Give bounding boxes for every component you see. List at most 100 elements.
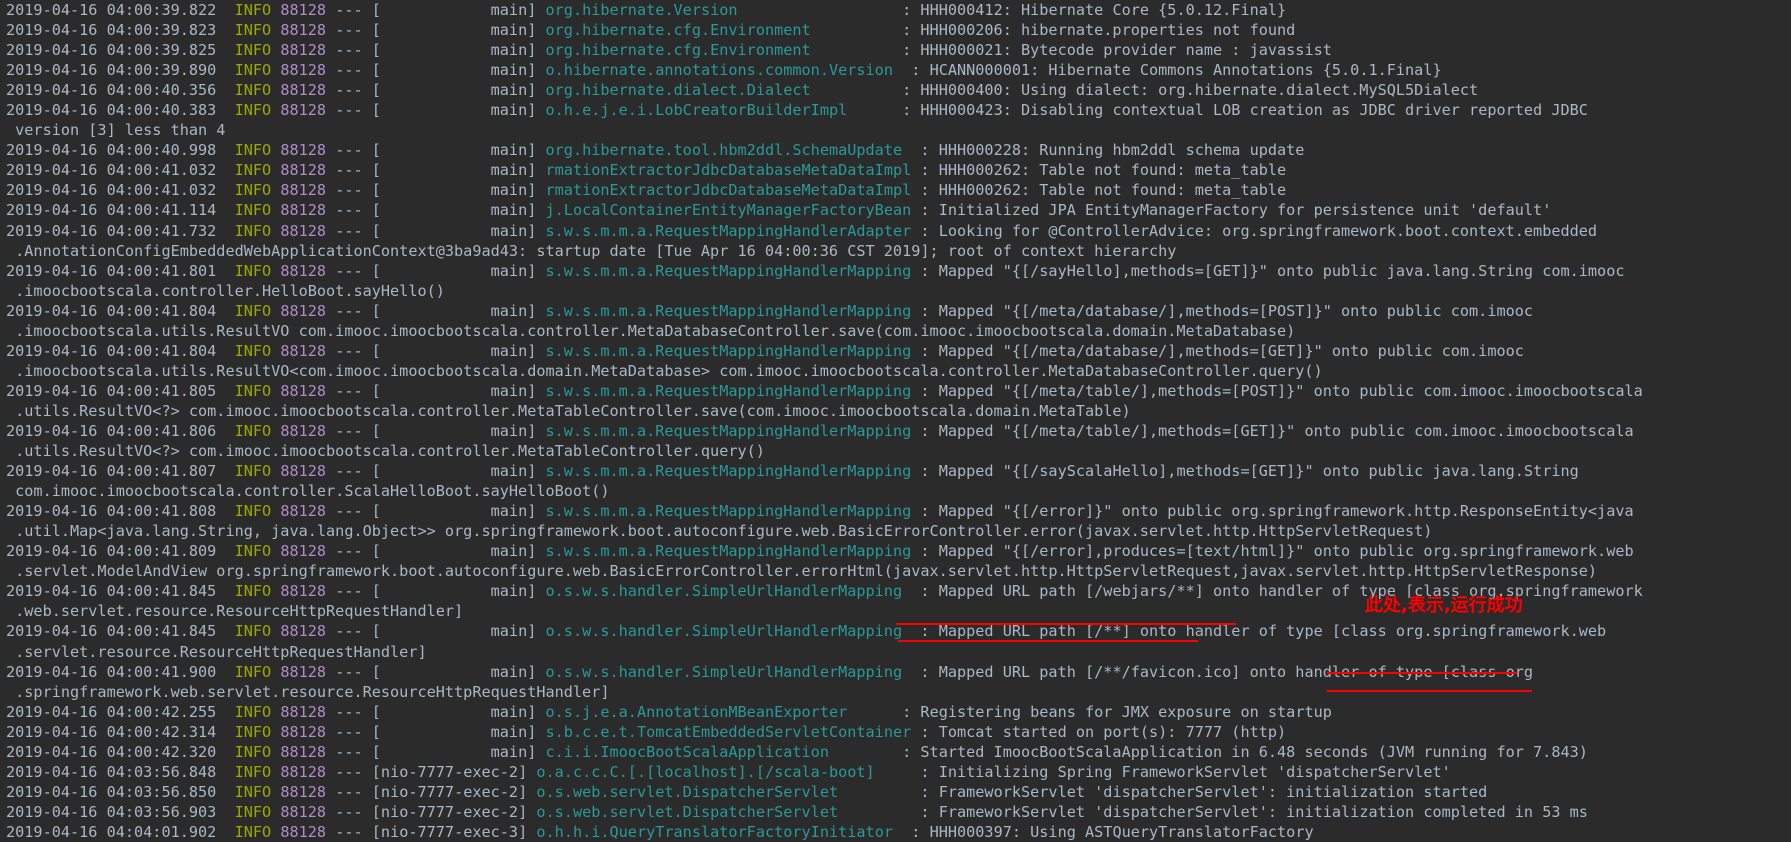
log-continuation-text: com.imooc.imoocbootscala.controller.Scal…	[6, 482, 610, 501]
log-separator: --- [	[326, 822, 381, 841]
log-thread: main]	[380, 201, 546, 220]
log-thread: main]	[380, 141, 546, 160]
log-space	[271, 462, 280, 480]
log-line: 2019-04-16 04:00:41.804 INFO 88128 --- […	[0, 301, 1791, 321]
log-line: 2019-04-16 04:00:40.356 INFO 88128 --- […	[0, 80, 1791, 100]
log-message: : Mapped "{[/sayScalaHello],methods=[GET…	[920, 462, 1579, 481]
log-line-continuation: .AnnotationConfigEmbeddedWebApplicationC…	[0, 241, 1791, 261]
log-level: INFO	[234, 301, 272, 320]
log-logger: s.w.s.m.m.a.RequestMappingHandlerMapping	[545, 542, 912, 561]
log-space	[271, 181, 280, 199]
log-message: : Mapped "{[/meta/table/],methods=[POST]…	[920, 381, 1643, 400]
log-pid: 88128	[280, 622, 327, 641]
log-pid: 88128	[280, 141, 327, 160]
log-thread: main]	[380, 341, 546, 360]
log-line: 2019-04-16 04:00:41.806 INFO 88128 --- […	[0, 421, 1791, 441]
log-logger: org.hibernate.cfg.Environment	[545, 41, 811, 60]
log-continuation-text: .AnnotationConfigEmbeddedWebApplicationC…	[6, 241, 1177, 260]
log-timestamp: 2019-04-16 04:00:41.801	[6, 261, 235, 280]
log-thread: main]	[380, 702, 546, 721]
log-thread: nio-7777-exec-2]	[380, 802, 537, 821]
log-level: INFO	[234, 742, 272, 761]
log-level: INFO	[234, 81, 272, 100]
log-line: 2019-04-16 04:03:56.850 INFO 88128 --- […	[0, 782, 1791, 802]
log-timestamp: 2019-04-16 04:00:39.825	[6, 41, 235, 60]
log-line: 2019-04-16 04:00:39.823 INFO 88128 --- […	[0, 20, 1791, 40]
log-level: INFO	[234, 341, 272, 360]
log-pid: 88128	[280, 702, 327, 721]
log-line-continuation: .servlet.resource.ResourceHttpRequestHan…	[0, 642, 1791, 662]
log-thread: main]	[380, 261, 546, 280]
log-logger: o.s.web.servlet.DispatcherServlet	[536, 802, 839, 821]
log-thread: main]	[380, 101, 546, 120]
log-message: : Mapped "{[/sayHello],methods=[GET]}" o…	[920, 261, 1625, 280]
log-message: : HHH000400: Using dialect: org.hibernat…	[902, 81, 1479, 100]
log-logger-pad	[838, 783, 920, 801]
log-pid: 88128	[280, 1, 327, 19]
log-pid: 88128	[280, 462, 327, 481]
log-space	[271, 302, 280, 320]
log-space	[271, 101, 280, 119]
log-level: INFO	[234, 381, 272, 400]
log-separator: --- [	[326, 261, 381, 280]
log-continuation-text: .servlet.resource.ResourceHttpRequestHan…	[6, 642, 427, 661]
log-thread: main]	[380, 381, 546, 400]
log-pid: 88128	[280, 582, 327, 601]
log-timestamp: 2019-04-16 04:00:39.822	[6, 1, 235, 19]
log-line: 2019-04-16 04:00:40.998 INFO 88128 --- […	[0, 140, 1791, 160]
log-thread: main]	[380, 81, 546, 100]
log-space	[271, 201, 280, 219]
log-message: : Mapped "{[/error],produces=[text/html]…	[920, 542, 1634, 561]
log-timestamp: 2019-04-16 04:00:42.314	[6, 722, 235, 741]
log-line-continuation: .util.Map<java.lang.String, java.lang.Ob…	[0, 521, 1791, 541]
log-continuation-text: .imoocbootscala.controller.HelloBoot.say…	[6, 281, 445, 300]
log-message: : HHH000262: Table not found: meta_table	[920, 161, 1287, 180]
tomcat-started-underline	[896, 623, 1236, 625]
log-space	[271, 81, 280, 99]
log-timestamp: 2019-04-16 04:00:41.845	[6, 582, 235, 601]
log-space	[271, 542, 280, 560]
log-timestamp: 2019-04-16 04:00:41.805	[6, 381, 235, 400]
log-logger-pad	[811, 41, 902, 59]
log-logger: s.w.s.m.m.a.RequestMappingHandlerMapping	[545, 301, 912, 320]
log-space	[271, 502, 280, 520]
log-message: : Mapped "{[/meta/database/],methods=[GE…	[920, 341, 1524, 360]
log-separator: --- [	[326, 582, 381, 601]
log-thread: main]	[380, 622, 546, 641]
log-timestamp: 2019-04-16 04:03:56.848	[6, 762, 235, 781]
log-pid: 88128	[280, 742, 327, 761]
log-level: INFO	[234, 462, 272, 481]
log-thread: main]	[380, 21, 546, 40]
log-separator: --- [	[326, 141, 381, 160]
log-line: 2019-04-16 04:00:41.809 INFO 88128 --- […	[0, 541, 1791, 561]
log-separator: --- [	[326, 462, 381, 481]
log-space	[271, 622, 280, 640]
log-logger: o.hibernate.annotations.common.Version	[545, 61, 893, 80]
log-thread: nio-7777-exec-2]	[380, 782, 537, 801]
log-space	[271, 783, 280, 801]
log-logger-pad	[875, 763, 921, 781]
log-logger: s.w.s.m.m.a.RequestMappingHandlerMapping	[545, 341, 912, 360]
log-logger: o.s.web.servlet.DispatcherServlet	[536, 782, 839, 801]
log-logger-pad	[847, 703, 902, 721]
log-line: 2019-04-16 04:00:40.383 INFO 88128 --- […	[0, 100, 1791, 120]
log-level: INFO	[234, 421, 272, 440]
log-separator: --- [	[326, 542, 381, 561]
log-thread: main]	[380, 421, 546, 440]
annotation-success-note: 此处,表示,运行成功	[1365, 595, 1523, 616]
log-thread: main]	[380, 502, 546, 521]
log-logger: o.s.w.s.handler.SimpleUrlHandlerMapping	[545, 622, 903, 641]
log-continuation-text: .imoocbootscala.utils.ResultVO com.imooc…	[6, 321, 1296, 340]
log-separator: --- [	[326, 161, 381, 180]
log-continuation-text: .imoocbootscala.utils.ResultVO<com.imooc…	[6, 361, 1323, 380]
console-log-output[interactable]: 2019-04-16 04:00:39.822 INFO 88128 --- […	[0, 0, 1791, 841]
log-line: 2019-04-16 04:00:41.808 INFO 88128 --- […	[0, 501, 1791, 521]
log-message: : Initialized JPA EntityManagerFactory f…	[920, 201, 1552, 220]
log-space	[271, 222, 280, 240]
log-level: INFO	[234, 41, 272, 60]
log-message: : Mapped URL path [/**] onto handler of …	[920, 622, 1607, 641]
log-timestamp: 2019-04-16 04:00:41.809	[6, 542, 235, 561]
log-space	[271, 422, 280, 440]
log-pid: 88128	[280, 261, 327, 280]
log-logger: o.h.h.i.QueryTranslatorFactoryInitiator	[536, 822, 893, 841]
